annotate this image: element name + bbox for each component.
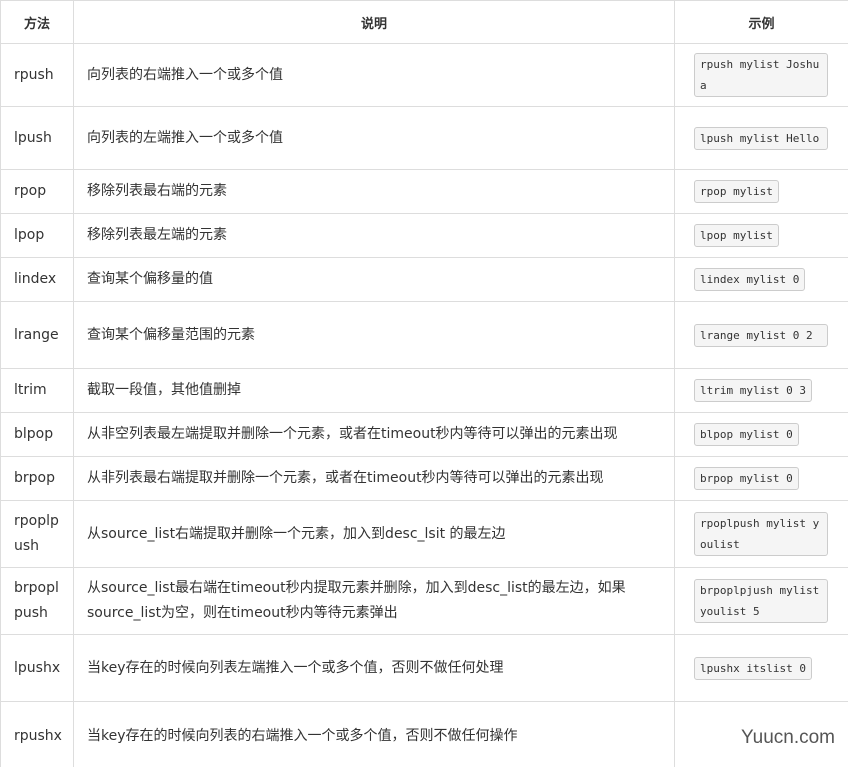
- description-cell: 查询某个偏移量的值: [73, 257, 675, 302]
- example-cell: lrange mylist 0 2: [674, 301, 848, 369]
- example-code: lpop mylist: [694, 224, 779, 247]
- table-row: rpushx 当key存在的时候向列表的右端推入一个或多个值，否则不做任何操作: [0, 701, 848, 767]
- table-row: ltrim 截取一段值，其他值删掉 ltrim mylist 0 3: [0, 368, 848, 413]
- description-cell: 查询某个偏移量范围的元素: [73, 301, 675, 369]
- method-cell: brpoplpush: [0, 567, 74, 635]
- method-cell: rpush: [0, 43, 74, 107]
- table-header-row: 方法 说明 示例: [0, 0, 848, 44]
- description-cell: 从非空列表最左端提取并删除一个元素，或者在timeout秒内等待可以弹出的元素出…: [73, 412, 675, 457]
- example-code: lpush mylist Hello: [694, 126, 828, 150]
- description-cell: 截取一段值，其他值删掉: [73, 368, 675, 413]
- example-code: rpop mylist: [694, 180, 779, 203]
- description-cell: 向列表的左端推入一个或多个值: [73, 106, 675, 170]
- method-cell: ltrim: [0, 368, 74, 413]
- method-cell: rpoplpush: [0, 500, 74, 568]
- method-cell: rpop: [0, 169, 74, 214]
- example-cell: ltrim mylist 0 3: [674, 368, 848, 413]
- table-row: blpop 从非空列表最左端提取并删除一个元素，或者在timeout秒内等待可以…: [0, 412, 848, 457]
- example-code: blpop mylist 0: [694, 423, 799, 446]
- example-cell: blpop mylist 0: [674, 412, 848, 457]
- table-row: lrange 查询某个偏移量范围的元素 lrange mylist 0 2: [0, 301, 848, 369]
- description-cell: 向列表的右端推入一个或多个值: [73, 43, 675, 107]
- example-cell: brpop mylist 0: [674, 456, 848, 501]
- example-cell: rpop mylist: [674, 169, 848, 214]
- method-cell: blpop: [0, 412, 74, 457]
- table-row: rpop 移除列表最右端的元素 rpop mylist: [0, 169, 848, 214]
- table-row: lpop 移除列表最左端的元素 lpop mylist: [0, 213, 848, 258]
- example-code: rpoplpush mylist youlist: [694, 511, 828, 556]
- table-row: lpushx 当key存在的时候向列表左端推入一个或多个值，否则不做任何处理 l…: [0, 634, 848, 702]
- header-example: 示例: [674, 0, 848, 44]
- description-cell: 当key存在的时候向列表的右端推入一个或多个值，否则不做任何操作: [73, 701, 675, 767]
- example-cell: lpush mylist Hello: [674, 106, 848, 170]
- method-cell: lpush: [0, 106, 74, 170]
- example-code: brpoplpjush mylist youlist 5: [694, 578, 828, 623]
- table-row: lindex 查询某个偏移量的值 lindex mylist 0: [0, 257, 848, 302]
- method-cell: brpop: [0, 456, 74, 501]
- description-cell: 从非列表最右端提取并删除一个元素，或者在timeout秒内等待可以弹出的元素出现: [73, 456, 675, 501]
- method-cell: lindex: [0, 257, 74, 302]
- example-cell: brpoplpjush mylist youlist 5: [674, 567, 848, 635]
- description-cell: 移除列表最右端的元素: [73, 169, 675, 214]
- example-cell: rpoplpush mylist youlist: [674, 500, 848, 568]
- method-cell: rpushx: [0, 701, 74, 767]
- example-cell: rpush mylist Joshua: [674, 43, 848, 107]
- table-row: brpoplpush 从source_list最右端在timeout秒内提取元素…: [0, 567, 848, 635]
- description-cell: 从source_list右端提取并删除一个元素，加入到desc_lsit 的最左…: [73, 500, 675, 568]
- table-row: brpop 从非列表最右端提取并删除一个元素，或者在timeout秒内等待可以弹…: [0, 456, 848, 501]
- example-cell: lpushx itslist 0: [674, 634, 848, 702]
- description-cell: 移除列表最左端的元素: [73, 213, 675, 258]
- example-cell: lindex mylist 0: [674, 257, 848, 302]
- header-method: 方法: [0, 0, 74, 44]
- method-cell: lpushx: [0, 634, 74, 702]
- example-code: lindex mylist 0: [694, 268, 806, 291]
- example-code: ltrim mylist 0 3: [694, 379, 812, 402]
- example-cell: lpop mylist: [674, 213, 848, 258]
- site-watermark: Yuucn.com: [741, 727, 835, 748]
- method-cell: lpop: [0, 213, 74, 258]
- method-cell: lrange: [0, 301, 74, 369]
- table-row: rpoplpush 从source_list右端提取并删除一个元素，加入到des…: [0, 500, 848, 568]
- example-code: lrange mylist 0 2: [694, 323, 828, 347]
- description-cell: 从source_list最右端在timeout秒内提取元素并删除，加入到desc…: [73, 567, 675, 635]
- example-code: brpop mylist 0: [694, 467, 799, 490]
- table-row: rpush 向列表的右端推入一个或多个值 rpush mylist Joshua: [0, 43, 848, 107]
- example-code: rpush mylist Joshua: [694, 52, 828, 97]
- example-code: lpushx itslist 0: [694, 656, 812, 680]
- table-row: lpush 向列表的左端推入一个或多个值 lpush mylist Hello: [0, 106, 848, 170]
- description-cell: 当key存在的时候向列表左端推入一个或多个值，否则不做任何处理: [73, 634, 675, 702]
- header-description: 说明: [73, 0, 675, 44]
- redis-list-commands-table: 方法 说明 示例 rpush 向列表的右端推入一个或多个值 rpush myli…: [0, 0, 848, 767]
